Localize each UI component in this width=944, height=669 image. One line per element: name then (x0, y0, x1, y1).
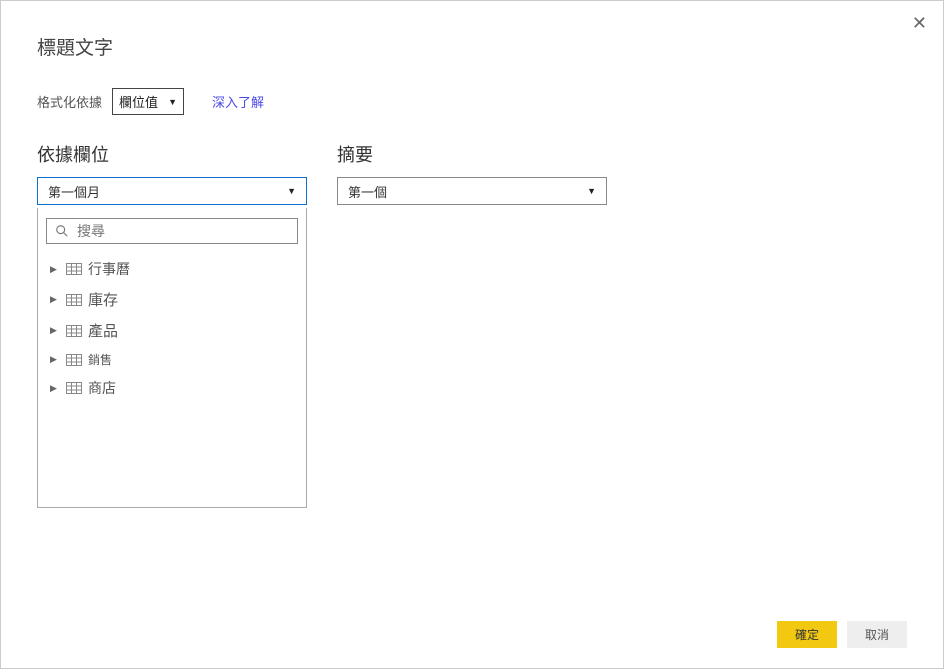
search-box[interactable] (46, 218, 298, 244)
based-on-dropdown[interactable]: 第一個月 ▼ (37, 177, 307, 205)
footer: 確定 取消 (37, 609, 907, 648)
tree-item-label: 庫存 (88, 289, 118, 310)
search-icon (55, 224, 69, 238)
tree-item-inventory[interactable]: ▶ 庫存 (46, 284, 298, 315)
table-icon (66, 263, 82, 275)
learn-more-link[interactable]: 深入了解 (212, 92, 264, 111)
close-button[interactable]: ✕ (908, 9, 931, 38)
dialog-container: 標題文字 格式化依據 欄位值 ▼ 深入了解 依據欄位 第一個月 ▼ (1, 1, 943, 668)
columns: 依據欄位 第一個月 ▼ ▶ 行事曆 (37, 141, 907, 508)
tree-item-label: 產品 (88, 320, 118, 341)
tree-item-label: 銷售 (88, 351, 112, 368)
summary-label: 摘要 (337, 141, 607, 167)
tree-item-product[interactable]: ▶ 產品 (46, 315, 298, 346)
summary-column: 摘要 第一個 ▼ (337, 141, 607, 508)
chevron-right-icon: ▶ (50, 294, 60, 305)
format-by-select[interactable]: 欄位值 ▼ (112, 88, 184, 115)
tree-item-label: 行事曆 (88, 259, 130, 279)
search-input[interactable] (77, 223, 289, 239)
chevron-down-icon: ▼ (287, 186, 296, 196)
close-icon: ✕ (912, 13, 927, 33)
based-on-selected: 第一個月 (48, 182, 100, 201)
field-picker-panel: ▶ 行事曆 ▶ 庫存 ▶ 產品 ▶ 銷售 (37, 208, 307, 508)
table-icon (66, 382, 82, 394)
based-on-label: 依據欄位 (37, 141, 307, 167)
summary-selected: 第一個 (348, 182, 387, 201)
format-by-label: 格式化依據 (37, 92, 102, 111)
tree-item-calendar[interactable]: ▶ 行事曆 (46, 254, 298, 284)
table-icon (66, 294, 82, 306)
chevron-down-icon: ▼ (587, 186, 596, 196)
chevron-right-icon: ▶ (50, 325, 60, 336)
tree-item-store[interactable]: ▶ 商店 (46, 373, 298, 403)
format-row: 格式化依據 欄位值 ▼ 深入了解 (37, 88, 907, 115)
chevron-down-icon: ▼ (168, 97, 177, 107)
chevron-right-icon: ▶ (50, 383, 60, 394)
table-icon (66, 325, 82, 337)
ok-button[interactable]: 確定 (777, 621, 837, 648)
summary-dropdown[interactable]: 第一個 ▼ (337, 177, 607, 205)
chevron-right-icon: ▶ (50, 354, 60, 365)
tree-item-label: 商店 (88, 378, 116, 398)
tree-item-sales[interactable]: ▶ 銷售 (46, 346, 298, 373)
format-by-value: 欄位值 (119, 92, 158, 111)
dialog-title: 標題文字 (37, 33, 907, 60)
based-on-column: 依據欄位 第一個月 ▼ ▶ 行事曆 (37, 141, 307, 508)
table-icon (66, 354, 82, 366)
chevron-right-icon: ▶ (50, 264, 60, 275)
cancel-button[interactable]: 取消 (847, 621, 907, 648)
